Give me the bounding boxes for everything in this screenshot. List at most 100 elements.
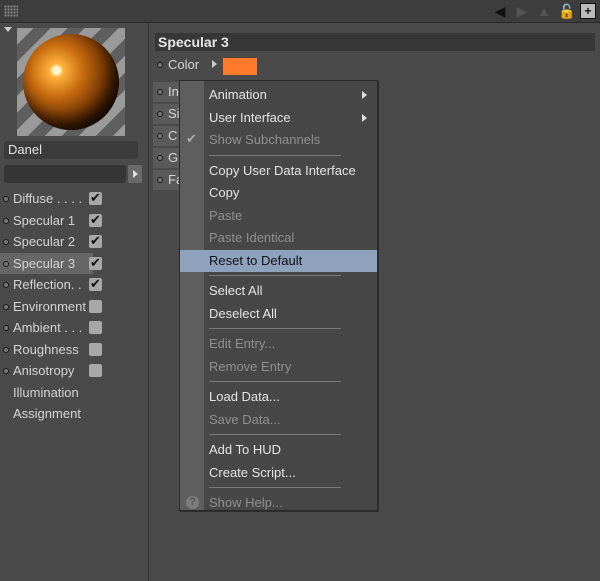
property-row[interactable]: Fa: [153, 170, 183, 190]
new-window-icon[interactable]: +: [580, 3, 596, 19]
channel-item[interactable]: Specular 3: [0, 252, 102, 274]
menu-separator: [209, 154, 341, 156]
expand-arrow-icon[interactable]: [212, 60, 217, 68]
channel-checkbox[interactable]: [89, 342, 102, 356]
channel-label: Reflection. .: [13, 277, 82, 292]
menu-item-label: Paste Identical: [209, 230, 295, 245]
animation-dot-icon[interactable]: [3, 260, 9, 267]
animation-dot-icon[interactable]: [3, 217, 9, 224]
forward-arrow-icon[interactable]: ▶: [514, 3, 530, 19]
channel-checkbox[interactable]: [89, 253, 102, 274]
menu-item[interactable]: Copy User Data Interface: [180, 160, 377, 182]
channel-checkbox[interactable]: [89, 274, 102, 296]
menu-item-label: Select All: [209, 283, 263, 298]
menu-item[interactable]: Animation: [180, 84, 377, 106]
animation-dot-icon[interactable]: [157, 62, 163, 68]
menu-item[interactable]: Create Script...: [180, 462, 377, 484]
back-arrow-icon[interactable]: ◀: [492, 3, 508, 19]
combo-arrow-button[interactable]: [128, 165, 142, 183]
channel-label: Assignment: [13, 406, 81, 421]
menu-item: Paste Identical: [180, 227, 377, 249]
animation-dot-icon[interactable]: [157, 133, 163, 139]
menu-item[interactable]: Reset to Default: [180, 249, 377, 272]
property-row[interactable]: Si: [153, 104, 181, 124]
animation-dot-icon[interactable]: [157, 155, 163, 161]
animation-dot-icon[interactable]: [157, 177, 163, 183]
channel-checkbox[interactable]: [89, 299, 102, 313]
channel-item[interactable]: Diffuse . . . .: [0, 188, 148, 210]
color-label: Color: [168, 57, 200, 72]
channel-label: Roughness: [13, 341, 79, 357]
property-row[interactable]: C: [153, 126, 181, 146]
menu-item[interactable]: Copy: [180, 182, 377, 204]
channel-label: Illumination: [13, 384, 79, 400]
material-sphere: [23, 34, 119, 130]
color-swatch[interactable]: [223, 58, 257, 75]
channel-label: Specular 2: [13, 234, 76, 249]
animation-dot-icon[interactable]: [3, 368, 9, 374]
channel-checkbox[interactable]: [89, 321, 102, 334]
menu-separator: [209, 381, 341, 382]
animation-dot-icon[interactable]: [3, 282, 9, 288]
up-arrow-icon[interactable]: ▲: [536, 3, 552, 19]
menu-separator: [209, 487, 341, 488]
grip-handle-icon[interactable]: [4, 5, 18, 17]
menu-item[interactable]: Deselect All: [180, 303, 377, 325]
channel-label: Ambient . . .: [13, 320, 83, 335]
animation-dot-icon[interactable]: [3, 239, 9, 245]
property-row[interactable]: G: [153, 148, 181, 168]
material-combo[interactable]: [4, 165, 126, 183]
animation-dot-icon[interactable]: [3, 196, 9, 202]
panel-menu-arrow-icon[interactable]: [4, 27, 12, 32]
menu-item-label: User Interface: [209, 109, 291, 125]
property-label: G: [168, 150, 179, 165]
animation-dot-icon[interactable]: [157, 89, 163, 95]
property-label: In: [168, 84, 179, 99]
channel-item[interactable]: Illumination: [0, 382, 148, 404]
menu-item-label: Copy User Data Interface: [209, 162, 356, 178]
channel-item[interactable]: Specular 1: [0, 210, 148, 231]
material-preview[interactable]: [17, 28, 125, 136]
animation-dot-icon[interactable]: [3, 303, 9, 310]
menu-item[interactable]: User Interface: [180, 107, 377, 129]
animation-dot-icon[interactable]: [157, 111, 163, 117]
animation-dot-icon[interactable]: [3, 325, 9, 331]
channel-item[interactable]: Ambient . . .: [0, 317, 148, 339]
menu-item-label: Paste: [209, 207, 243, 223]
channel-item[interactable]: Anisotropy: [0, 360, 148, 382]
channel-item[interactable]: Roughness: [0, 339, 148, 361]
channel-item[interactable]: Reflection. .: [0, 274, 148, 296]
channel-checkbox[interactable]: [89, 364, 102, 377]
menu-item-label: Reset to Default: [209, 252, 303, 268]
channel-item[interactable]: Environment: [0, 296, 148, 318]
menu-separator: [209, 328, 341, 329]
property-label: Si: [168, 106, 180, 121]
submenu-arrow-icon: [362, 113, 367, 122]
color-row[interactable]: Color: [153, 55, 257, 75]
top-toolbar: ◀ ▶ ▲ 🔓 +: [0, 0, 600, 23]
menu-separator: [209, 434, 341, 435]
menu-item: Save Data...: [180, 409, 377, 431]
channel-item[interactable]: Specular 2: [0, 231, 148, 253]
lock-icon[interactable]: 🔓: [558, 3, 575, 19]
channel-list: Diffuse . . . . Specular 1 Specular 2 Specu…: [0, 188, 148, 425]
channel-checkbox[interactable]: [89, 231, 102, 253]
channel-label: Anisotropy: [13, 363, 75, 378]
menu-item[interactable]: Add To HUD: [180, 439, 377, 461]
property-label: C: [168, 128, 178, 143]
channel-label: Specular 3: [13, 255, 76, 271]
menu-item-label: Load Data...: [209, 389, 280, 404]
material-name-field[interactable]: Danel: [4, 141, 138, 159]
channel-checkbox[interactable]: [89, 210, 102, 231]
property-row[interactable]: In: [153, 82, 181, 102]
channel-item[interactable]: Assignment: [0, 403, 148, 425]
menu-item[interactable]: Select All: [180, 280, 377, 302]
submenu-arrow-icon: [362, 91, 367, 99]
menu-item-label: Remove Entry: [209, 358, 292, 374]
menu-item: Remove Entry: [180, 356, 377, 378]
animation-dot-icon[interactable]: [3, 346, 9, 353]
menu-item-label: Save Data...: [209, 411, 281, 427]
channel-checkbox[interactable]: [89, 188, 102, 210]
menu-separator: [209, 275, 341, 276]
menu-item[interactable]: Load Data...: [180, 386, 377, 408]
